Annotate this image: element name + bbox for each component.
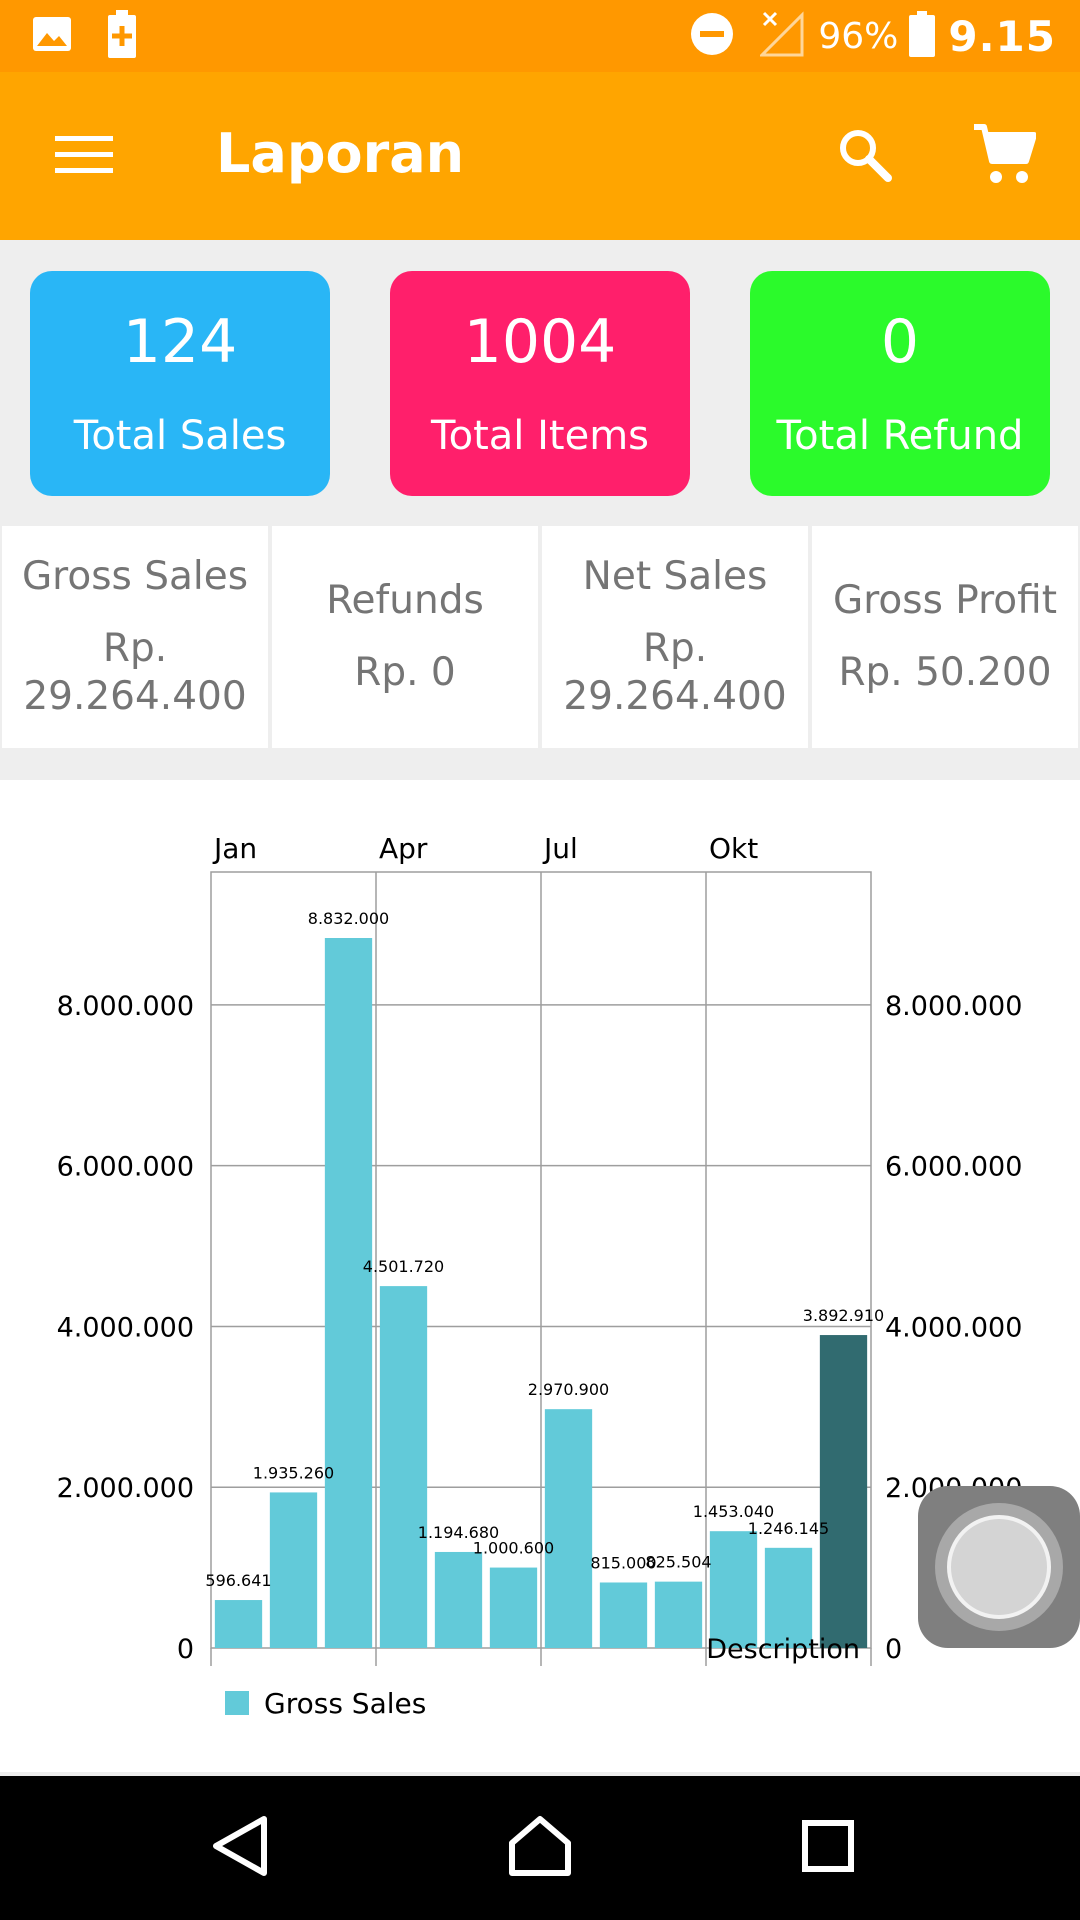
- chart-bar: [709, 1531, 758, 1648]
- bar-value-label: 8.832.000: [308, 909, 389, 928]
- total-refund-card[interactable]: 0 Total Refund: [750, 271, 1050, 496]
- app-bar: Laporan: [0, 72, 1080, 240]
- chart-bar: [324, 938, 373, 1648]
- bar-value-label: 4.501.720: [363, 1257, 444, 1276]
- chart-bar: [434, 1551, 483, 1648]
- do-not-disturb-icon: [690, 12, 734, 60]
- y-tick-label-right: 8.000.000: [885, 991, 1022, 1022]
- chart-bar: [269, 1492, 318, 1648]
- bar-value-label: 596.641: [205, 1571, 271, 1590]
- chart-bar: [654, 1581, 703, 1648]
- gross-sales-label: Gross Sales: [21, 554, 249, 599]
- total-items-card[interactable]: 1004 Total Items: [390, 271, 690, 496]
- x-tick-label: Okt: [709, 832, 758, 865]
- navigation-bar: [0, 1776, 1080, 1920]
- x-tick-label: Jul: [542, 832, 578, 865]
- gross-sales-cell: Gross Sales Rp. 29.264.400: [2, 526, 268, 748]
- net-sales-value: 29.264.400: [563, 674, 787, 719]
- no-signal-icon: [758, 11, 804, 61]
- battery-saver-icon: [106, 10, 138, 62]
- total-items-value: 1004: [463, 307, 617, 377]
- y-tick-label-left: 8.000.000: [57, 991, 194, 1022]
- net-sales-cell: Net Sales Rp. 29.264.400: [542, 526, 808, 748]
- chart-description: Description: [706, 1634, 860, 1665]
- status-bar: 96% 9.15: [0, 0, 1080, 72]
- y-tick-label-left: 6.000.000: [57, 1152, 194, 1183]
- y-tick-label-left: 0: [177, 1634, 194, 1665]
- refunds-cell: Refunds Rp. 0: [272, 526, 538, 748]
- total-sales-card[interactable]: 124 Total Sales: [30, 271, 330, 496]
- bar-value-label: 3.892.910: [803, 1306, 884, 1325]
- refunds-value: Rp. 0: [354, 650, 456, 695]
- image-icon: [32, 16, 72, 56]
- legend-swatch: [225, 1691, 249, 1715]
- bar-value-label: 1.935.260: [253, 1463, 334, 1482]
- battery-percent: 96%: [818, 15, 899, 57]
- legend-label: Gross Sales: [264, 1687, 426, 1720]
- chart-bar: [489, 1567, 538, 1648]
- page-title: Laporan: [216, 122, 465, 185]
- home-button[interactable]: [500, 1808, 580, 1888]
- summary-row: Gross Sales Rp. 29.264.400 Refunds Rp. 0…: [0, 526, 1080, 750]
- clock: 9.15: [948, 11, 1056, 61]
- x-tick-label: Jan: [212, 832, 257, 865]
- gross-sales-value-prefix: Rp.: [102, 626, 168, 671]
- net-sales-value-prefix: Rp.: [642, 626, 708, 671]
- total-sales-value: 124: [122, 307, 238, 377]
- cart-icon: [972, 123, 1037, 189]
- bar-value-label: 825.504: [645, 1553, 711, 1572]
- gross-sales-value: 29.264.400: [23, 674, 247, 719]
- home-icon: [508, 1815, 572, 1881]
- search-icon: [836, 126, 892, 186]
- search-button[interactable]: [828, 120, 900, 192]
- total-refund-value: 0: [880, 307, 920, 377]
- chart-bar: [599, 1582, 648, 1648]
- cart-button[interactable]: [966, 118, 1042, 194]
- bar-value-label: 2.970.900: [528, 1380, 609, 1399]
- refunds-label: Refunds: [326, 578, 484, 623]
- recents-button[interactable]: [788, 1808, 868, 1888]
- back-button[interactable]: [200, 1808, 280, 1888]
- chart-bar: [764, 1547, 813, 1648]
- y-tick-label-left: 4.000.000: [57, 1312, 194, 1343]
- y-tick-label-right: 4.000.000: [885, 1312, 1022, 1343]
- gross-profit-cell: Gross Profit Rp. 50.200: [812, 526, 1078, 748]
- gross-profit-value: Rp. 50.200: [838, 650, 1052, 695]
- floating-assistive-button[interactable]: [918, 1486, 1080, 1648]
- menu-button[interactable]: [48, 126, 120, 186]
- back-icon: [210, 1815, 270, 1881]
- bar-value-label: 1.000.600: [473, 1539, 554, 1558]
- bar-value-label: 1.246.145: [748, 1519, 829, 1538]
- recents-icon: [801, 1819, 855, 1877]
- total-items-label: Total Items: [430, 413, 650, 459]
- x-tick-label: Apr: [379, 832, 428, 865]
- assistive-ring-icon: [935, 1503, 1063, 1631]
- total-refund-label: Total Refund: [776, 413, 1024, 459]
- gross-profit-label: Gross Profit: [832, 578, 1058, 623]
- chart-bar: [819, 1335, 868, 1648]
- menu-icon: [55, 134, 113, 178]
- chart-bar: [214, 1600, 263, 1648]
- battery-icon: [908, 11, 936, 61]
- chart-bar: [544, 1409, 593, 1648]
- y-tick-label-right: 6.000.000: [885, 1152, 1022, 1183]
- net-sales-label: Net Sales: [582, 554, 768, 599]
- chart-bar: [379, 1286, 428, 1648]
- y-tick-label-left: 2.000.000: [57, 1473, 194, 1504]
- total-sales-label: Total Sales: [73, 413, 287, 459]
- y-tick-label-right: 0: [885, 1634, 902, 1665]
